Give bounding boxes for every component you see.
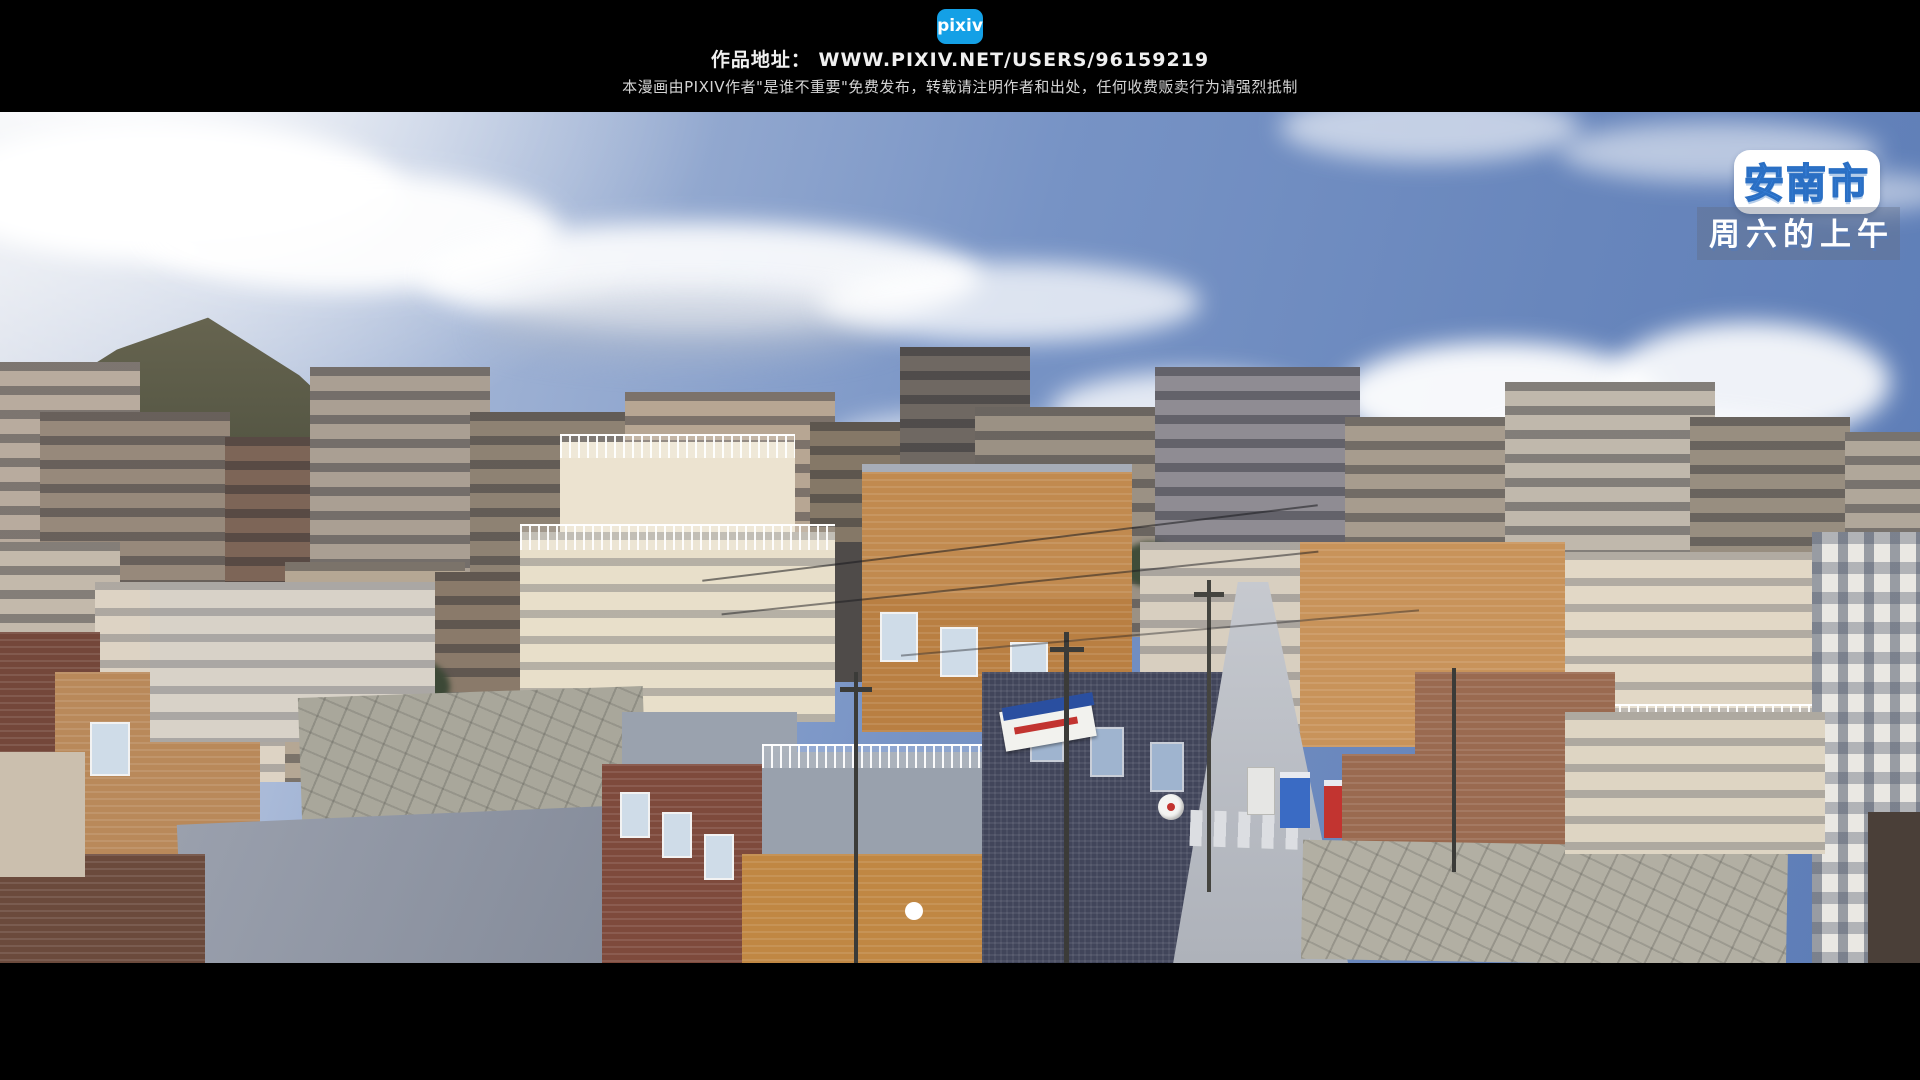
pole-crossarm bbox=[1194, 592, 1224, 597]
brick-wall bbox=[1342, 754, 1574, 846]
satellite-dish-logo bbox=[1167, 803, 1175, 811]
pixiv-logo: pixiv bbox=[937, 9, 983, 44]
cloud bbox=[820, 262, 1200, 342]
building bbox=[0, 752, 85, 877]
vending-machine bbox=[1280, 772, 1310, 828]
building bbox=[862, 472, 1132, 597]
window bbox=[620, 792, 650, 838]
window bbox=[662, 812, 692, 858]
disclaimer-line: 本漫画由PIXIV作者"是谁不重要"免费发布，转载请注明作者和出处，任何收费贩卖… bbox=[0, 76, 1920, 97]
window bbox=[90, 722, 130, 776]
location-badge-label: 安南市 bbox=[1744, 161, 1870, 207]
utility-pole bbox=[1064, 632, 1069, 963]
location-badge: 安南市 bbox=[1734, 150, 1880, 214]
building bbox=[1565, 712, 1825, 854]
roof-railing bbox=[560, 434, 795, 458]
time-caption: 周六的上午 bbox=[1697, 207, 1900, 260]
building bbox=[1868, 812, 1920, 963]
time-caption-label: 周六的上午 bbox=[1709, 217, 1894, 253]
comic-page: pixiv 作品地址： WWW.PIXIV.NET/USERS/96159219… bbox=[0, 0, 1920, 1080]
pole-crossarm bbox=[1050, 647, 1084, 652]
stone-roof bbox=[1301, 840, 1788, 963]
city-scene: 安南市 周六的上午 bbox=[0, 112, 1920, 963]
roof-railing bbox=[520, 524, 835, 550]
pole-crossarm bbox=[840, 687, 872, 692]
work-url-line: 作品地址： WWW.PIXIV.NET/USERS/96159219 bbox=[0, 45, 1920, 72]
bottom-letterbox bbox=[0, 963, 1920, 1080]
vending-machine bbox=[1247, 767, 1275, 815]
utility-pole bbox=[854, 672, 858, 963]
window bbox=[1150, 742, 1184, 792]
utility-pole bbox=[1452, 668, 1456, 872]
window bbox=[704, 834, 734, 880]
satellite-dish bbox=[905, 902, 923, 920]
top-credit-bar: pixiv 作品地址： WWW.PIXIV.NET/USERS/96159219… bbox=[0, 0, 1920, 112]
